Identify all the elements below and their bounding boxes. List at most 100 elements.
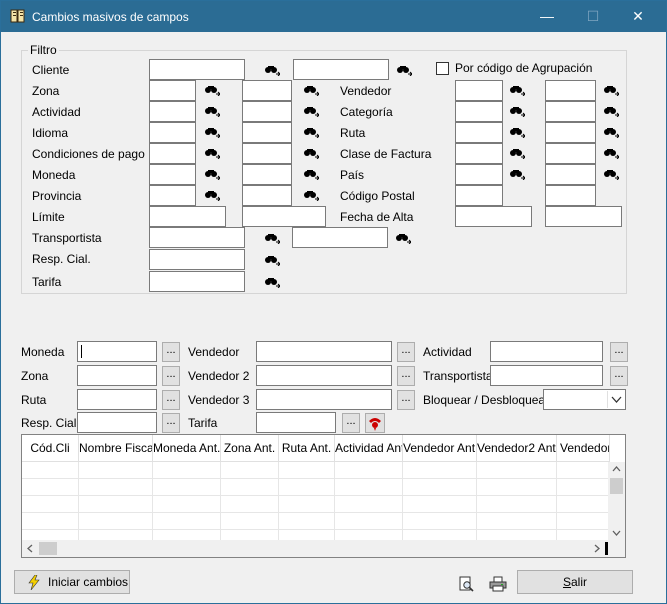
zona-hasta-input[interactable] bbox=[242, 80, 292, 101]
vendedor-desde-input[interactable] bbox=[455, 80, 503, 101]
scroll-left-icon[interactable] bbox=[27, 544, 33, 553]
resp-cial-nueva-input[interactable] bbox=[77, 412, 157, 433]
vendedor-hasta-input[interactable] bbox=[545, 80, 596, 101]
pais-hasta-input[interactable] bbox=[545, 164, 596, 185]
moneda-nueva-input[interactable] bbox=[77, 341, 157, 362]
vendedor-browse-button[interactable]: ... bbox=[397, 342, 415, 362]
idioma-hasta-input[interactable] bbox=[242, 122, 292, 143]
table-row[interactable] bbox=[22, 513, 610, 530]
binoculars-icon[interactable] bbox=[303, 105, 319, 117]
binoculars-icon[interactable] bbox=[603, 105, 619, 117]
zona-desde-input[interactable] bbox=[149, 80, 196, 101]
binoculars-icon[interactable] bbox=[303, 147, 319, 159]
bloquear-select[interactable] bbox=[543, 389, 626, 410]
binoculars-icon[interactable] bbox=[396, 64, 412, 76]
binoculars-icon[interactable] bbox=[303, 126, 319, 138]
binoculars-icon[interactable] bbox=[204, 126, 220, 138]
ruta-nueva-input[interactable] bbox=[77, 389, 157, 410]
binoculars-icon[interactable] bbox=[204, 168, 220, 180]
resp-cial-browse-button[interactable]: ... bbox=[162, 413, 180, 433]
pais-desde-input[interactable] bbox=[455, 164, 503, 185]
vendedor3-browse-button[interactable]: ... bbox=[397, 390, 415, 410]
provincia-hasta-input[interactable] bbox=[242, 185, 292, 206]
maximize-button[interactable]: ☐ bbox=[570, 1, 616, 32]
column-header[interactable]: Nombre Fiscal bbox=[79, 435, 153, 462]
binoculars-icon[interactable] bbox=[509, 168, 525, 180]
binoculars-icon[interactable] bbox=[509, 84, 525, 96]
print-preview-icon[interactable] bbox=[459, 576, 475, 592]
scroll-right-icon[interactable] bbox=[594, 544, 600, 553]
vendedor3-nuevo-input[interactable] bbox=[256, 389, 392, 410]
column-header[interactable]: Ruta Ant. bbox=[279, 435, 335, 462]
iniciar-cambios-button[interactable]: Iniciar cambios bbox=[14, 570, 130, 594]
horizontal-scrollbar[interactable] bbox=[22, 540, 625, 557]
clase-factura-hasta-input[interactable] bbox=[545, 143, 596, 164]
clase-factura-desde-input[interactable] bbox=[455, 143, 503, 164]
binoculars-icon[interactable] bbox=[264, 276, 280, 288]
ruta-desde-input[interactable] bbox=[455, 122, 503, 143]
binoculars-icon[interactable] bbox=[303, 84, 319, 96]
binoculars-icon[interactable] bbox=[303, 168, 319, 180]
vendedor-nuevo-input[interactable] bbox=[256, 341, 392, 362]
fecha-alta-desde-input[interactable] bbox=[455, 206, 532, 227]
binoculars-icon[interactable] bbox=[204, 105, 220, 117]
zona-nueva-input[interactable] bbox=[77, 365, 157, 386]
actividad-desde-input[interactable] bbox=[149, 101, 196, 122]
moneda-hasta-input[interactable] bbox=[242, 164, 292, 185]
tarifa-browse-button[interactable]: ... bbox=[342, 413, 360, 433]
tarifa-nueva-input[interactable] bbox=[256, 412, 336, 433]
binoculars-icon[interactable] bbox=[603, 126, 619, 138]
tarifa-input[interactable] bbox=[149, 271, 245, 292]
close-button[interactable]: ✕ bbox=[615, 1, 661, 32]
minimize-button[interactable]: — bbox=[524, 1, 570, 32]
moneda-browse-button[interactable]: ... bbox=[162, 342, 180, 362]
idioma-desde-input[interactable] bbox=[149, 122, 196, 143]
codigo-postal-desde-input[interactable] bbox=[455, 185, 503, 206]
limite-desde-input[interactable] bbox=[149, 206, 226, 227]
vertical-scrollbar[interactable] bbox=[608, 462, 625, 542]
vendedor2-browse-button[interactable]: ... bbox=[397, 366, 415, 386]
actividad-hasta-input[interactable] bbox=[242, 101, 292, 122]
tarifa-special-icon[interactable] bbox=[365, 413, 385, 433]
scroll-up-icon[interactable] bbox=[612, 466, 621, 472]
column-header[interactable]: Vendedor bbox=[557, 435, 610, 462]
ruta-browse-button[interactable]: ... bbox=[162, 390, 180, 410]
provincia-desde-input[interactable] bbox=[149, 185, 196, 206]
table-row[interactable] bbox=[22, 496, 610, 513]
column-header[interactable]: Vendedor2 Ant. bbox=[477, 435, 557, 462]
column-header[interactable]: Actividad Ant. bbox=[335, 435, 403, 462]
actividad-nueva-input[interactable] bbox=[490, 341, 603, 362]
scroll-thumb[interactable] bbox=[610, 478, 623, 494]
zona-browse-button[interactable]: ... bbox=[162, 366, 180, 386]
condiciones-desde-input[interactable] bbox=[149, 143, 196, 164]
binoculars-icon[interactable] bbox=[509, 147, 525, 159]
binoculars-icon[interactable] bbox=[603, 147, 619, 159]
binoculars-icon[interactable] bbox=[204, 147, 220, 159]
transportista-hasta-input[interactable] bbox=[292, 227, 388, 248]
codigo-postal-hasta-input[interactable] bbox=[545, 185, 596, 206]
binoculars-icon[interactable] bbox=[264, 232, 280, 244]
chevron-down-icon[interactable] bbox=[607, 391, 624, 408]
printer-icon[interactable] bbox=[489, 576, 507, 592]
table-row[interactable] bbox=[22, 462, 610, 479]
column-header[interactable]: Moneda Ant. bbox=[153, 435, 221, 462]
scroll-thumb[interactable] bbox=[39, 542, 57, 555]
categoria-desde-input[interactable] bbox=[455, 101, 503, 122]
cliente-desde-input[interactable] bbox=[149, 59, 245, 80]
limite-hasta-input[interactable] bbox=[242, 206, 326, 227]
cliente-hasta-input[interactable] bbox=[293, 59, 389, 80]
vendedor2-nuevo-input[interactable] bbox=[256, 365, 392, 386]
binoculars-icon[interactable] bbox=[204, 84, 220, 96]
resp-cial-input[interactable] bbox=[149, 249, 245, 270]
binoculars-icon[interactable] bbox=[264, 254, 280, 266]
results-grid[interactable]: Cód.Cli Nombre Fiscal Moneda Ant. Zona A… bbox=[21, 434, 626, 558]
column-header[interactable]: Zona Ant. bbox=[221, 435, 279, 462]
binoculars-icon[interactable] bbox=[303, 189, 319, 201]
column-header[interactable]: Cód.Cli bbox=[22, 435, 79, 462]
scroll-down-icon[interactable] bbox=[612, 530, 621, 536]
fecha-alta-hasta-input[interactable] bbox=[545, 206, 622, 227]
binoculars-icon[interactable] bbox=[204, 189, 220, 201]
ruta-hasta-input[interactable] bbox=[545, 122, 596, 143]
salir-button[interactable]: Salir bbox=[517, 570, 633, 594]
categoria-hasta-input[interactable] bbox=[545, 101, 596, 122]
